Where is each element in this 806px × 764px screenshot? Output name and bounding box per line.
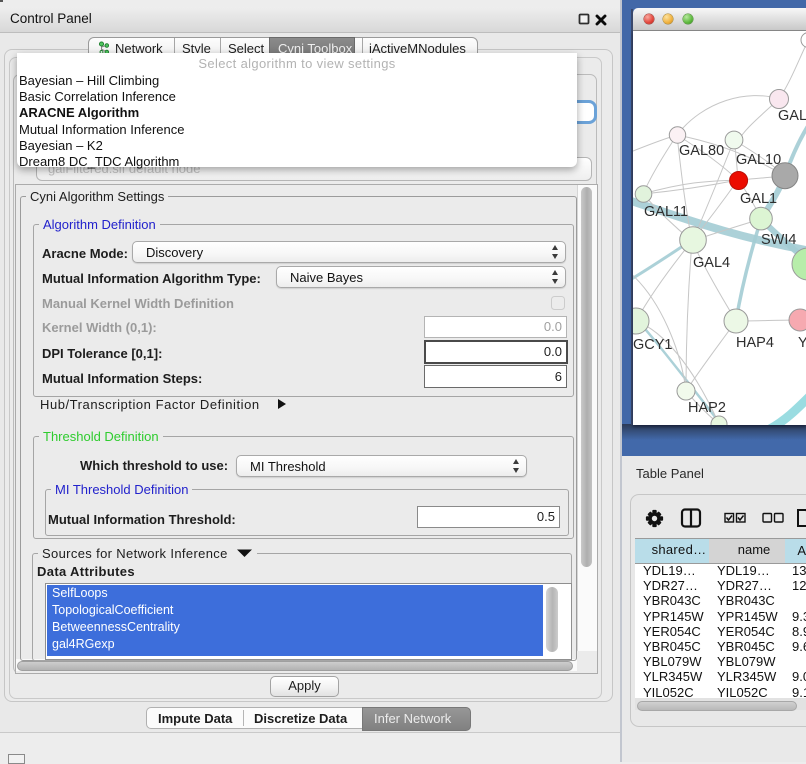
svg-text:GAL11: GAL11 <box>644 204 688 220</box>
svg-text:HAP2: HAP2 <box>688 400 726 416</box>
svg-text:YJ: YJ <box>798 335 806 351</box>
svg-text:HAP4: HAP4 <box>736 335 774 351</box>
svg-text:GAL10: GAL10 <box>736 152 781 168</box>
svg-text:GAL7: GAL7 <box>778 108 806 124</box>
svg-text:GCY1: GCY1 <box>633 337 673 353</box>
svg-text:SWI4: SWI4 <box>761 232 796 248</box>
svg-text:GAL4: GAL4 <box>693 255 730 271</box>
svg-text:GAL1: GAL1 <box>740 191 777 207</box>
svg-text:GAL80: GAL80 <box>679 143 724 159</box>
